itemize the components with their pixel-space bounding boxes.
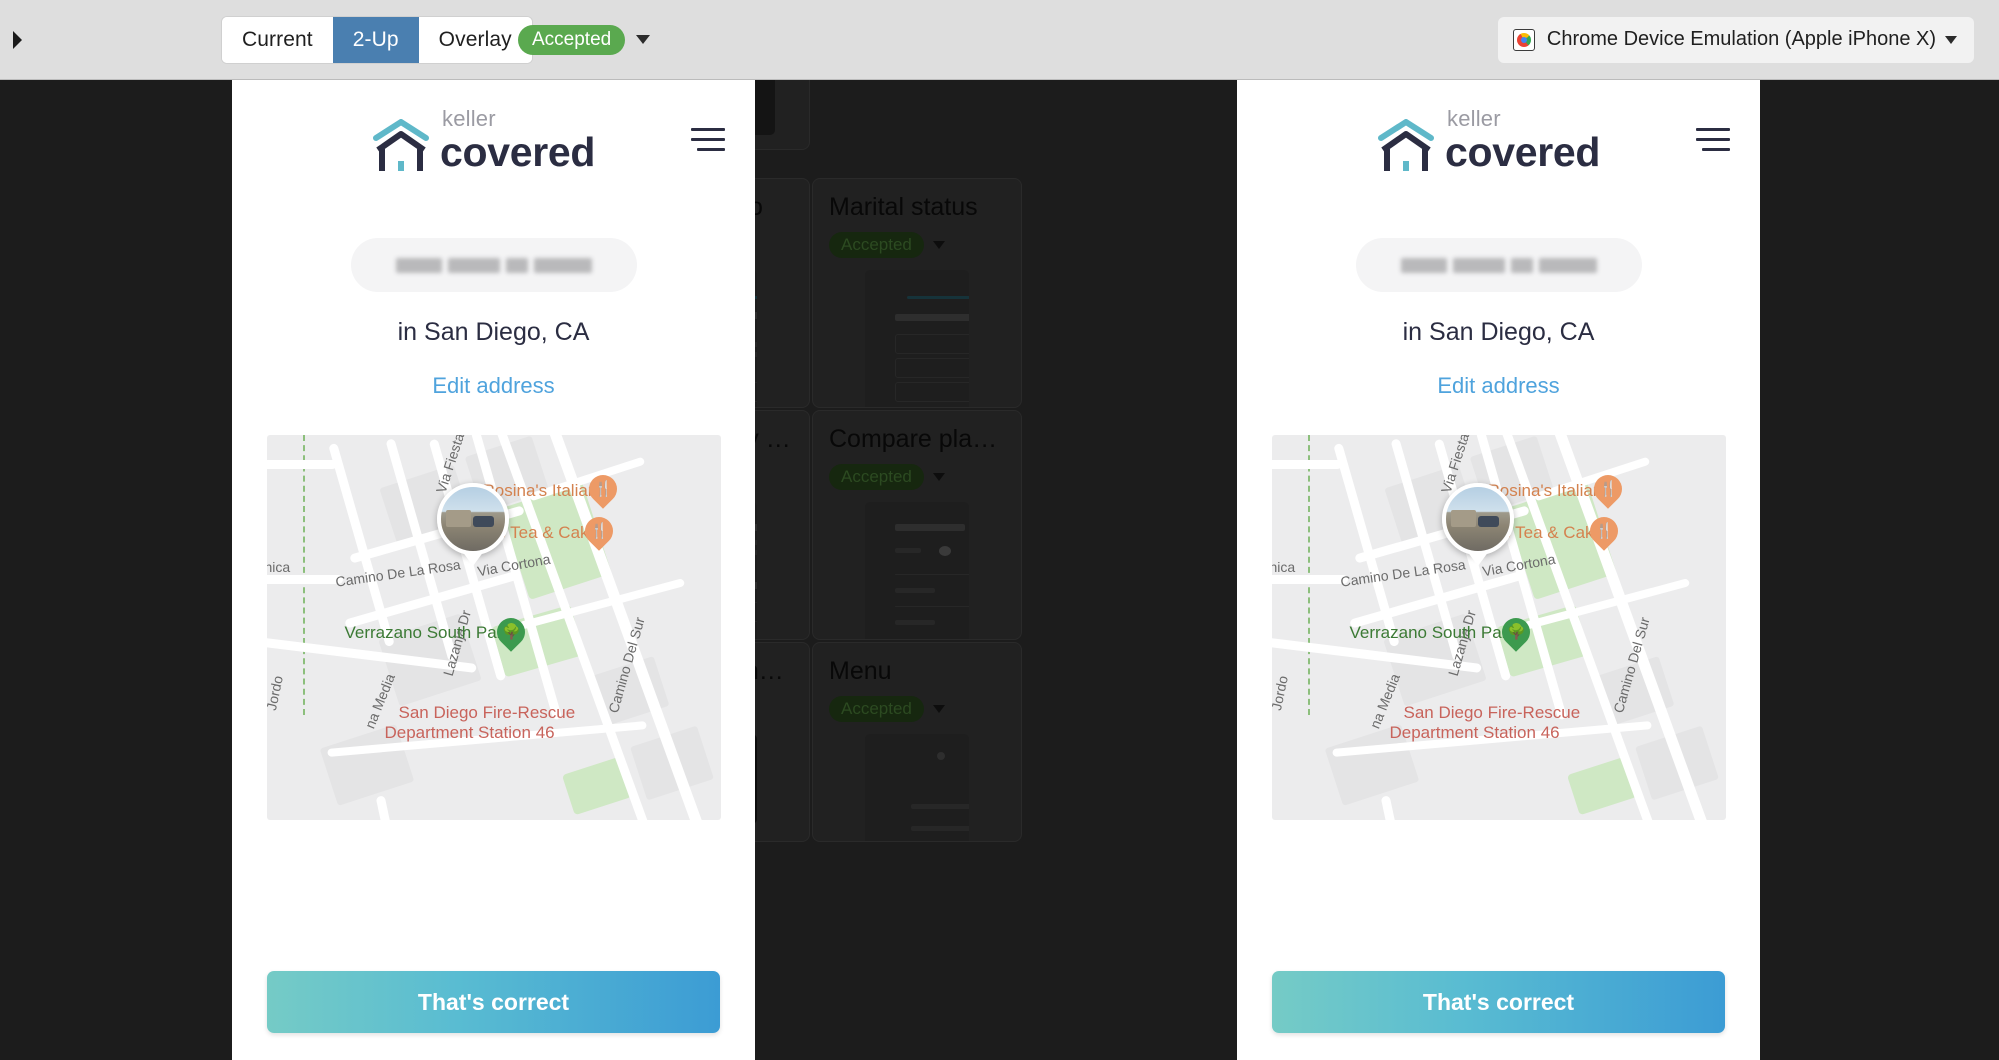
device-emulation-select[interactable]: Chrome Device Emulation (Apple iPhone X) — [1498, 17, 1974, 63]
background-card-title: Compare plans step — [829, 425, 1005, 454]
hamburger-menu-icon[interactable] — [691, 128, 725, 151]
device-caret-down-icon — [1945, 36, 1957, 44]
address-city-line: in San Diego, CA — [1237, 318, 1760, 347]
status-badge[interactable]: Accepted — [518, 25, 625, 55]
top-toolbar: Current 2-Up Overlay Accepted Chrome Dev… — [0, 0, 1999, 80]
app-header-left: keller covered — [232, 80, 755, 190]
background-card-title: Marital status — [829, 193, 1005, 222]
background-card[interactable]: Compare plans step Accepted — [812, 410, 1022, 640]
view-mode-2up[interactable]: 2-Up — [333, 17, 419, 63]
view-mode-current[interactable]: Current — [222, 17, 333, 63]
logo-keller-text: keller — [1447, 108, 1600, 130]
app-header-right: keller covered — [1237, 80, 1760, 190]
thats-correct-button[interactable]: That's correct — [267, 971, 720, 1033]
background-card-title: Menu — [829, 657, 1005, 686]
edit-address-link[interactable]: Edit address — [232, 373, 755, 399]
address-city-line: in San Diego, CA — [232, 318, 755, 347]
background-card-thumbnail — [865, 734, 969, 842]
marker-tail — [1467, 551, 1489, 566]
hamburger-menu-icon[interactable] — [1696, 128, 1730, 151]
address-map-right[interactable]: Via Fiesta Rosina's Italian e's Tea & Ca… — [1272, 435, 1726, 820]
keller-covered-logo: keller covered — [1377, 108, 1600, 173]
device-frame-right: keller covered in San Diego, CA Edit add… — [1237, 80, 1760, 1060]
map-label: nica — [267, 559, 291, 575]
background-card-status[interactable]: Accepted — [829, 696, 924, 722]
background-card-caret-down-icon[interactable] — [933, 241, 945, 249]
background-card-thumbnail — [865, 270, 969, 408]
background-card[interactable]: Menu Accepted — [812, 642, 1022, 842]
map-label: Department Station 46 — [385, 723, 555, 743]
logo-covered-text: covered — [1445, 132, 1600, 173]
view-mode-overlay[interactable]: Overlay — [419, 17, 532, 63]
status-filter[interactable]: Accepted — [518, 25, 650, 55]
map-label: Department Station 46 — [1390, 723, 1560, 743]
address-map-left[interactable]: Via Fiesta Rosina's Italian e's Tea & Ca… — [267, 435, 721, 820]
background-card-status[interactable]: Accepted — [829, 232, 924, 258]
marker-tail — [462, 551, 484, 566]
device-frame-left: keller covered in San Diego, CA Edit add… — [232, 80, 755, 1060]
chrome-icon — [1513, 29, 1535, 51]
thats-correct-button[interactable]: That's correct — [1272, 971, 1725, 1033]
house-roof-icon — [372, 119, 430, 173]
map-label: San Diego Fire-Rescue — [399, 703, 576, 723]
map-label: Verrazano South Park — [1350, 623, 1516, 643]
background-card-caret-down-icon[interactable] — [933, 705, 945, 713]
house-roof-icon — [1377, 119, 1435, 173]
background-card-caret-down-icon[interactable] — [933, 473, 945, 481]
background-card-status[interactable]: Accepted — [829, 464, 924, 490]
map-label: San Diego Fire-Rescue — [1404, 703, 1581, 723]
edit-address-link[interactable]: Edit address — [1237, 373, 1760, 399]
map-label: na Media — [361, 671, 397, 730]
background-card[interactable]: Marital status Accepted — [812, 178, 1022, 408]
panel-toggle-button[interactable] — [4, 23, 30, 57]
address-field-left[interactable] — [351, 238, 637, 292]
map-label: na Media — [1366, 671, 1402, 730]
device-emulation-label: Chrome Device Emulation (Apple iPhone X) — [1547, 28, 1936, 51]
address-field-right[interactable] — [1356, 238, 1642, 292]
map-label: Jordo — [267, 674, 286, 712]
view-mode-segmented-control[interactable]: Current 2-Up Overlay — [222, 17, 532, 63]
keller-covered-logo: keller covered — [372, 108, 595, 173]
street-view-house-marker[interactable] — [437, 483, 509, 555]
logo-covered-text: covered — [440, 132, 595, 173]
redacted-address-value — [396, 258, 592, 273]
map-label: nica — [1272, 559, 1296, 575]
logo-keller-text: keller — [442, 108, 595, 130]
chevron-right-icon — [11, 30, 24, 50]
status-caret-down-icon[interactable] — [636, 35, 650, 44]
background-card-thumbnail — [865, 502, 969, 640]
street-view-house-marker[interactable] — [1442, 483, 1514, 555]
map-label: Jordo — [1272, 674, 1291, 712]
redacted-address-value — [1401, 258, 1597, 273]
comparison-stage: Personal info Accepted Marital status Ac… — [0, 80, 1999, 1060]
map-label: Verrazano South Park — [345, 623, 511, 643]
